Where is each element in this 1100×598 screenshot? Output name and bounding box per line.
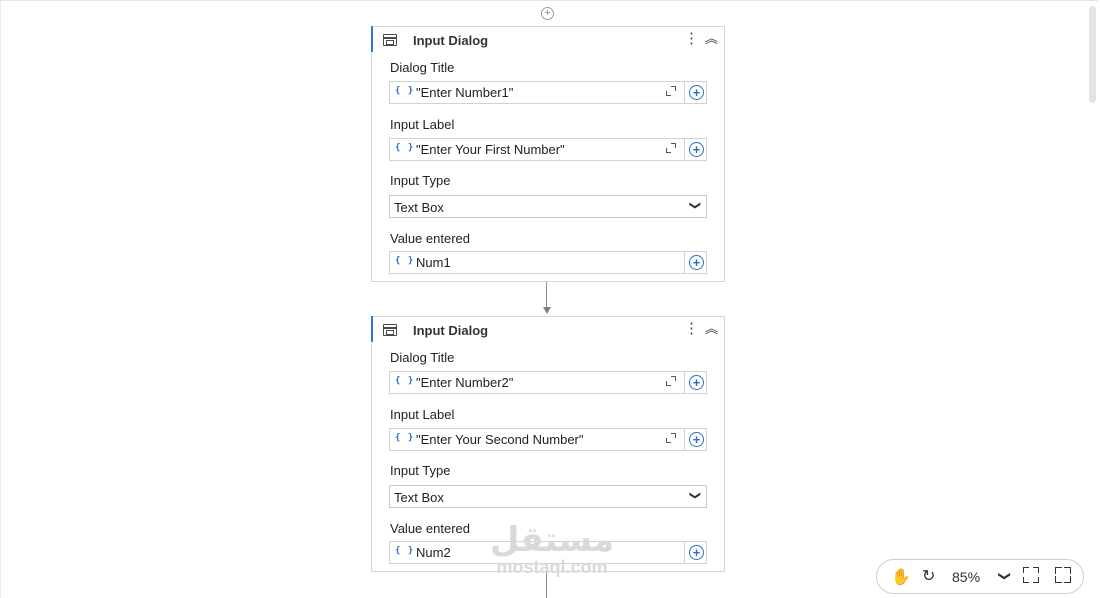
input-label-value[interactable]: "Enter Your First Number"	[416, 142, 565, 157]
field-separator	[684, 542, 685, 563]
expand-editor-icon[interactable]	[666, 376, 676, 386]
sequence-connector	[546, 282, 547, 308]
field-separator	[684, 429, 685, 450]
field-separator	[684, 372, 685, 393]
field-separator	[684, 139, 685, 160]
activity-title: Input Dialog	[413, 33, 489, 48]
expression-badge-icon: { }	[395, 143, 415, 153]
collapse-chevrons-icon[interactable]: ︽	[705, 319, 718, 339]
fit-to-screen-icon[interactable]	[1023, 567, 1039, 583]
input-label-field[interactable]: { } "Enter Your Second Number" +	[389, 428, 707, 451]
field-separator	[684, 82, 685, 103]
activity-header[interactable]: Input Dialog ⋮ ︽	[372, 27, 724, 53]
dialog-title-field[interactable]: { } "Enter Number2" +	[389, 371, 707, 394]
plus-circle-icon[interactable]: +	[689, 142, 704, 157]
input-label-label: Input Label	[390, 407, 455, 422]
input-type-label: Input Type	[390, 463, 451, 478]
chevron-down-icon[interactable]: ❯	[689, 491, 702, 500]
plus-circle-icon[interactable]: +	[689, 545, 704, 560]
canvas-top-border	[0, 0, 1098, 1]
input-type-value: Text Box	[394, 490, 444, 505]
plus-circle-icon[interactable]: +	[689, 85, 704, 100]
expression-badge-icon: { }	[395, 433, 415, 443]
value-entered-field[interactable]: { } Num1 +	[389, 251, 707, 274]
watermark-arabic: مستقل	[489, 520, 615, 560]
watermark: مستقل mostaql.com	[482, 522, 622, 576]
dialog-title-label: Dialog Title	[390, 60, 455, 75]
value-entered-value[interactable]: Num2	[416, 545, 451, 560]
reset-view-icon[interactable]: ↻	[922, 566, 935, 586]
value-entered-label: Value entered	[390, 231, 470, 246]
dialog-title-field[interactable]: { } "Enter Number1" +	[389, 81, 707, 104]
expression-badge-icon: { }	[395, 546, 415, 556]
watermark-latin: mostaql.com	[496, 557, 608, 577]
activity-header[interactable]: Input Dialog ⋮ ︽	[372, 317, 724, 343]
expand-editor-icon[interactable]	[666, 143, 676, 153]
value-entered-label: Value entered	[390, 521, 470, 536]
expression-badge-icon: { }	[395, 256, 415, 266]
chevron-down-icon[interactable]: ❯	[998, 571, 1012, 581]
vertical-scrollbar[interactable]	[1089, 6, 1096, 103]
input-dialog-activity-1[interactable]: Input Dialog ⋮ ︽ Dialog Title { } "Enter…	[371, 26, 725, 282]
value-entered-value[interactable]: Num1	[416, 255, 451, 270]
dialog-title-value[interactable]: "Enter Number2"	[416, 375, 513, 390]
input-type-label: Input Type	[390, 173, 451, 188]
input-type-select[interactable]: Text Box ❯	[389, 485, 707, 508]
fullscreen-icon[interactable]	[1055, 567, 1071, 583]
input-label-label: Input Label	[390, 117, 455, 132]
dialog-window-icon	[383, 34, 397, 46]
input-type-select[interactable]: Text Box ❯	[389, 195, 707, 218]
zoom-level[interactable]: 85%	[952, 569, 980, 585]
canvas-left-border	[0, 0, 1, 598]
add-activity-plus-icon[interactable]: +	[541, 7, 554, 20]
expression-badge-icon: { }	[395, 86, 415, 96]
more-options-icon[interactable]: ⋮	[684, 31, 699, 47]
expand-editor-icon[interactable]	[666, 86, 676, 96]
plus-circle-icon[interactable]: +	[689, 375, 704, 390]
activity-title: Input Dialog	[413, 323, 489, 338]
expand-editor-icon[interactable]	[666, 433, 676, 443]
dialog-title-label: Dialog Title	[390, 350, 455, 365]
zoom-toolbar: ✋ ↻ 85% ❯	[876, 559, 1084, 594]
expression-badge-icon: { }	[395, 376, 415, 386]
more-options-icon[interactable]: ⋮	[684, 321, 699, 337]
input-type-value: Text Box	[394, 200, 444, 215]
plus-circle-icon[interactable]: +	[689, 432, 704, 447]
input-label-field[interactable]: { } "Enter Your First Number" +	[389, 138, 707, 161]
input-label-value[interactable]: "Enter Your Second Number"	[416, 432, 584, 447]
field-separator	[684, 252, 685, 273]
arrow-down-icon	[543, 307, 551, 314]
hand-icon[interactable]: ✋	[891, 567, 911, 587]
plus-circle-icon[interactable]: +	[689, 255, 704, 270]
chevron-down-icon[interactable]: ❯	[689, 201, 702, 210]
dialog-title-value[interactable]: "Enter Number1"	[416, 85, 513, 100]
collapse-chevrons-icon[interactable]: ︽	[705, 29, 718, 49]
dialog-window-icon	[383, 324, 397, 336]
